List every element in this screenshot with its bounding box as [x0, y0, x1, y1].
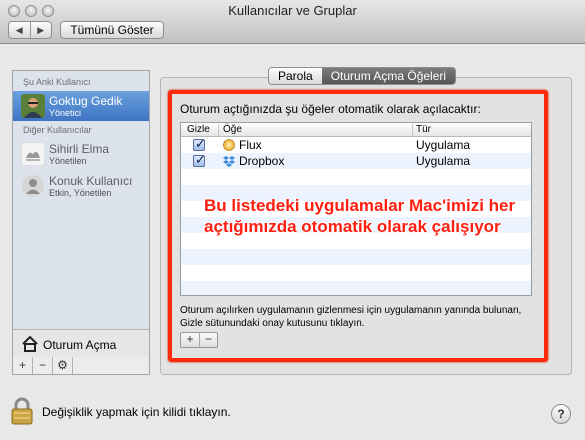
login-options-label: Oturum Açma — [43, 338, 117, 352]
column-separator — [218, 124, 219, 136]
tab-bar: Parola Oturum Açma Öğeleri — [268, 67, 457, 85]
user-name: Sihirli Elma — [49, 142, 110, 156]
lock-icon[interactable] — [10, 397, 34, 425]
user-avatar-icon — [21, 142, 45, 166]
remove-login-item-button[interactable]: − — [199, 333, 217, 347]
empty-row — [181, 265, 531, 281]
back-button[interactable]: ◀ — [9, 22, 30, 38]
user-role: Yönetilen — [49, 156, 87, 166]
user-avatar-icon — [21, 94, 45, 118]
item-name: Flux — [239, 138, 262, 152]
column-separator — [412, 124, 413, 136]
column-type[interactable]: Tür — [416, 124, 431, 135]
help-button[interactable]: ? — [551, 404, 571, 424]
hide-checkbox[interactable]: ✓ — [193, 152, 206, 167]
users-sidebar: Şu Anki Kullanıcı Goktug Gedik Yönetici … — [12, 70, 150, 375]
empty-row — [181, 169, 531, 185]
table-row[interactable]: ✓ Flux Uygulama — [181, 136, 531, 153]
user-role: Yönetici — [49, 108, 82, 118]
item-name: Dropbox — [239, 154, 285, 168]
table-header: Gizle Öğe Tür — [181, 123, 531, 137]
dropbox-app-icon — [223, 156, 235, 167]
gear-icon[interactable]: ⚙ — [53, 357, 73, 374]
remove-user-button[interactable]: − — [33, 357, 53, 374]
user-role: Etkin, Yönetilen — [49, 188, 112, 198]
show-all-button[interactable]: Tümünü Göster — [60, 21, 164, 39]
sidebar-user-sihirli[interactable]: Sihirli Elma Yönetilen — [13, 139, 149, 169]
window-toolbar: Kullanıcılar ve Gruplar ◀ ▶ Tümünü Göste… — [0, 0, 585, 44]
add-user-button[interactable]: + — [13, 357, 33, 374]
tab-password[interactable]: Parola — [269, 68, 322, 84]
user-name: Konuk Kullanıcı — [49, 174, 133, 188]
user-name: Goktug Gedik — [49, 94, 123, 108]
empty-row — [181, 281, 531, 295]
checkmark-icon: ✓ — [195, 136, 206, 151]
table-row[interactable]: ✓ Dropbox Uygulama — [181, 152, 531, 169]
add-login-item-button[interactable]: + — [181, 333, 199, 347]
navigation-buttons: ◀ ▶ — [8, 21, 52, 39]
login-item-controls: + − — [180, 332, 218, 348]
checkmark-icon: ✓ — [195, 152, 206, 167]
forward-button[interactable]: ▶ — [29, 22, 52, 38]
login-options-item[interactable]: Oturum Açma — [13, 329, 149, 359]
item-type: Uygulama — [416, 138, 471, 152]
flux-app-icon — [223, 139, 235, 151]
lock-message[interactable]: Değişiklik yapmak için kilidi tıklayın. — [42, 405, 231, 419]
annotation-text: Bu listedeki uygulamalar Mac'imizi her a… — [204, 196, 516, 236]
sidebar-user-goktug[interactable]: Goktug Gedik Yönetici — [13, 91, 149, 121]
current-user-header: Şu Anki Kullanıcı — [23, 77, 91, 87]
guest-avatar-icon — [22, 175, 44, 197]
column-hide[interactable]: Gizle — [187, 124, 210, 135]
hide-checkbox[interactable]: ✓ — [193, 136, 206, 151]
house-icon — [22, 335, 38, 352]
sidebar-user-guest[interactable]: Konuk Kullanıcı Etkin, Yönetilen — [13, 171, 149, 201]
sidebar-controls: + − ⚙ — [12, 357, 150, 375]
column-item[interactable]: Öğe — [223, 124, 242, 135]
tab-login-items[interactable]: Oturum Açma Öğeleri — [321, 68, 456, 84]
other-users-header: Diğer Kullanıcılar — [23, 125, 92, 135]
login-items-intro: Oturum açtığınızda şu öğeler otomatik ol… — [180, 102, 481, 116]
window-title: Kullanıcılar ve Gruplar — [228, 3, 357, 18]
empty-row — [181, 249, 531, 265]
hide-help-text: Oturum açılırken uygulamanın gizlenmesi … — [180, 305, 522, 329]
item-type: Uygulama — [416, 154, 471, 168]
